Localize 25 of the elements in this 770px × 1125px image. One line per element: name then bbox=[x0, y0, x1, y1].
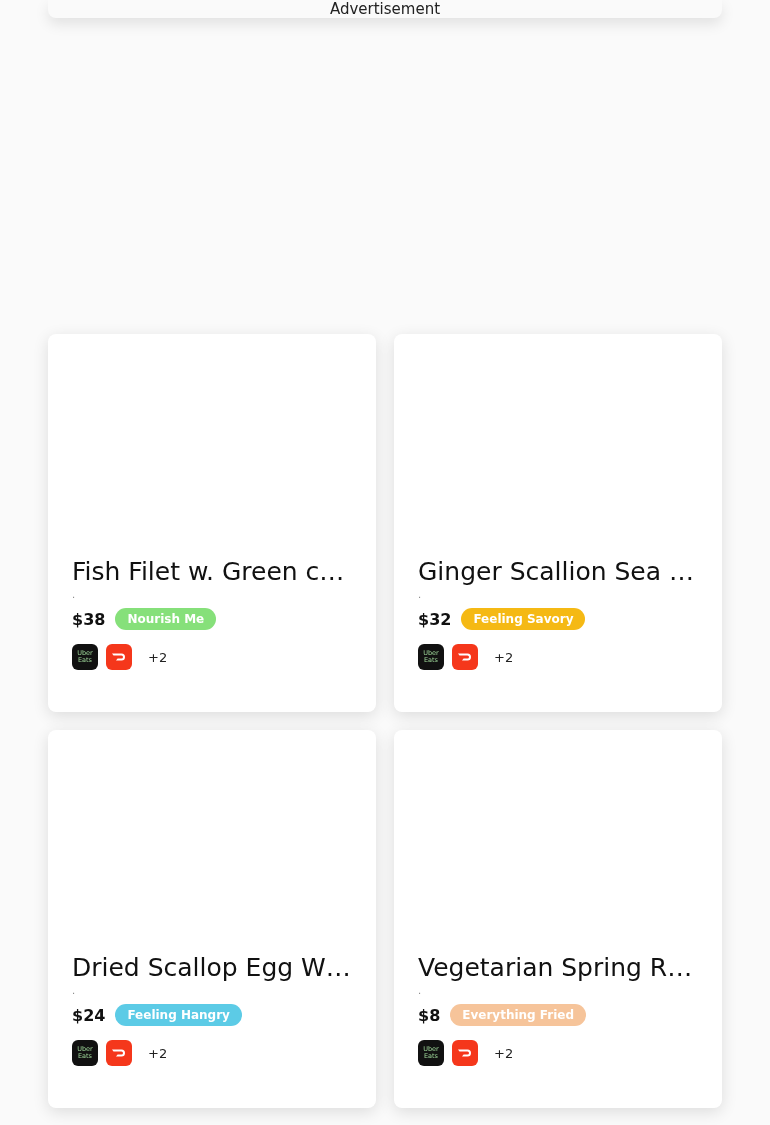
dish-note: . bbox=[72, 588, 77, 602]
dish-price: $32 bbox=[418, 609, 452, 629]
dish-note: . bbox=[418, 588, 423, 602]
mood-tag: Feeling Hangry bbox=[115, 1004, 242, 1026]
mood-tag: Feeling Savory bbox=[461, 608, 586, 630]
dish-title: Fish Filet w. Green c… bbox=[72, 556, 346, 588]
more-apps-count[interactable]: +2 bbox=[148, 1045, 168, 1061]
dish-price: $24 bbox=[72, 1005, 106, 1025]
doordash-icon[interactable] bbox=[452, 644, 478, 670]
dish-title: Ginger Scallion Sea … bbox=[418, 556, 695, 588]
mood-tag: Nourish Me bbox=[115, 608, 217, 630]
dish-title: Dried Scallop Egg W… bbox=[72, 952, 352, 984]
dish-price: $8 bbox=[418, 1005, 441, 1025]
dish-note: . bbox=[418, 984, 423, 998]
mood-tag: Everything Fried bbox=[450, 1004, 587, 1026]
more-apps-count[interactable]: +2 bbox=[494, 1045, 514, 1061]
doordash-icon[interactable] bbox=[452, 1040, 478, 1066]
more-apps-count[interactable]: +2 bbox=[494, 649, 514, 665]
advertisement-label: Advertisement bbox=[329, 0, 441, 18]
dish-note: . bbox=[72, 984, 77, 998]
dish-price: $38 bbox=[72, 609, 106, 629]
doordash-icon[interactable] bbox=[106, 644, 132, 670]
more-apps-count[interactable]: +2 bbox=[148, 649, 168, 665]
dish-title: Vegetarian Spring R… bbox=[418, 952, 694, 984]
doordash-icon[interactable] bbox=[106, 1040, 132, 1066]
